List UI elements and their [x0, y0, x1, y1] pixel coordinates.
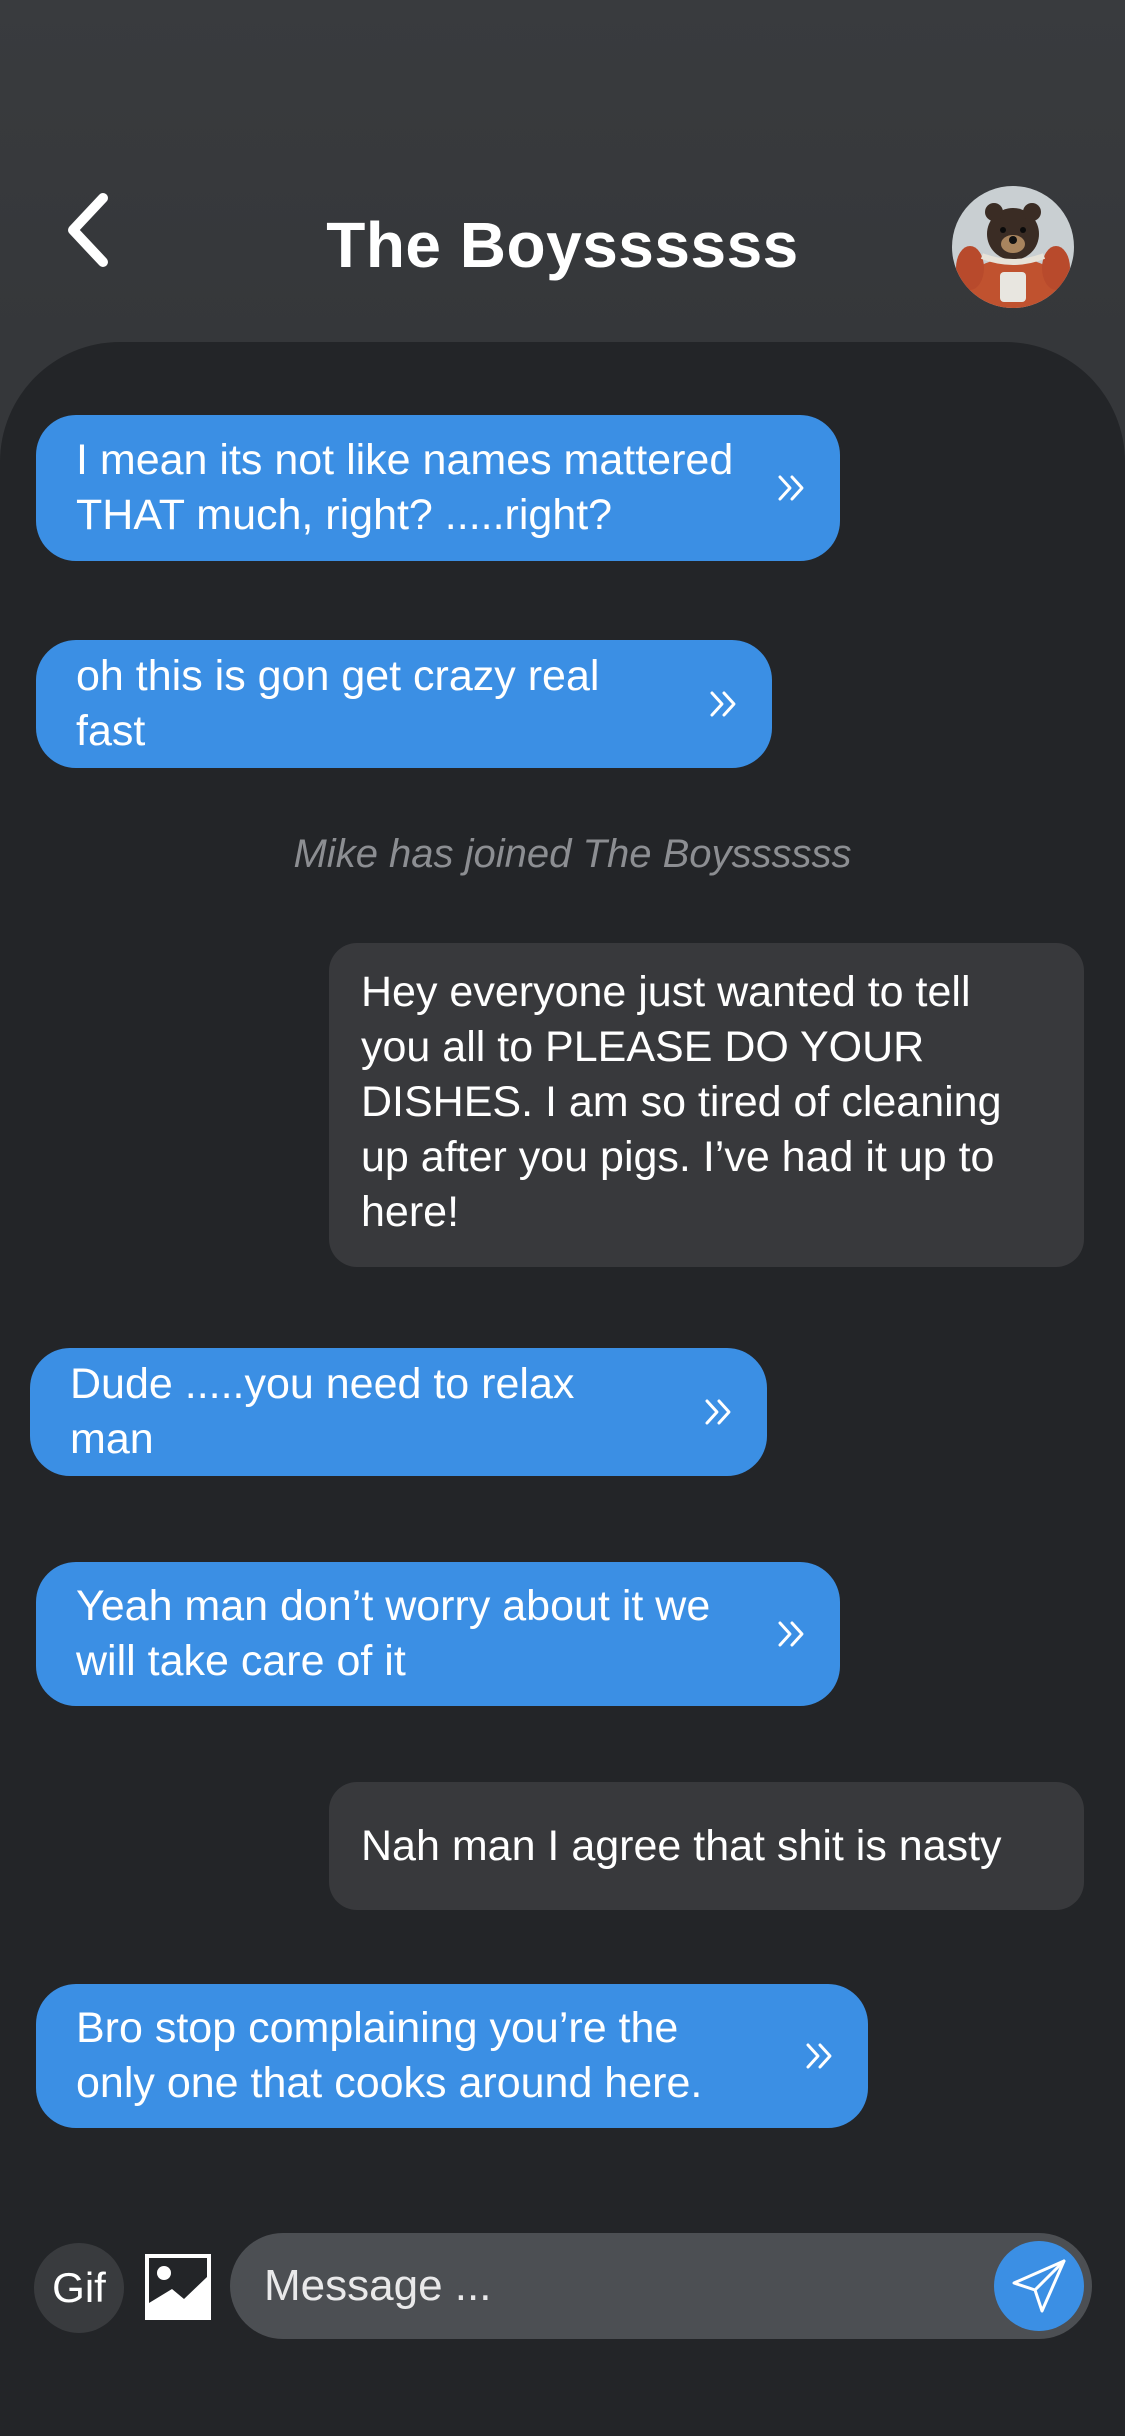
- group-avatar[interactable]: [952, 186, 1074, 308]
- outgoing-message[interactable]: Nah man I agree that shit is nasty: [329, 1782, 1084, 1910]
- double-chevron-right-icon: [778, 475, 804, 501]
- outgoing-message[interactable]: Hey everyone just wanted to tell you all…: [329, 943, 1084, 1267]
- message-text: Nah man I agree that shit is nasty: [361, 1821, 1002, 1870]
- message-text: I mean its not like names mattered THAT …: [76, 436, 734, 539]
- forward-button[interactable]: [772, 1614, 812, 1654]
- image-icon: [145, 2254, 211, 2320]
- system-message: Mike has joined The Boyssssss: [293, 832, 852, 876]
- message-text: oh this is gon get crazy real fast: [76, 652, 600, 755]
- chat-screen: The Boyssssss I mean its not like names …: [0, 0, 1125, 2436]
- send-button[interactable]: [994, 2241, 1084, 2331]
- gif-button[interactable]: Gif: [34, 2243, 124, 2333]
- double-chevron-right-icon: [710, 691, 736, 717]
- incoming-message[interactable]: oh this is gon get crazy real fast: [36, 640, 772, 768]
- forward-button[interactable]: [704, 684, 744, 724]
- send-icon: [1012, 2259, 1066, 2313]
- forward-button[interactable]: [699, 1392, 739, 1432]
- message-text: Yeah man don’t worry about it we will ta…: [76, 1582, 711, 1685]
- message-text: Bro stop complaining you’re the only one…: [76, 2004, 703, 2107]
- message-text: Hey everyone just wanted to tell you all…: [361, 968, 1002, 1236]
- message-input[interactable]: [262, 2260, 886, 2312]
- incoming-message[interactable]: Bro stop complaining you’re the only one…: [36, 1984, 868, 2128]
- astronaut-bear-avatar-image: [952, 186, 1074, 308]
- incoming-message[interactable]: I mean its not like names mattered THAT …: [36, 415, 840, 561]
- image-button[interactable]: [144, 2253, 212, 2321]
- message-text: Dude .....you need to relax man: [70, 1360, 575, 1463]
- incoming-message[interactable]: Dude .....you need to relax man: [30, 1348, 767, 1476]
- double-chevron-right-icon: [705, 1399, 731, 1425]
- forward-button[interactable]: [772, 468, 812, 508]
- message-composer: [230, 2233, 1092, 2339]
- incoming-message[interactable]: Yeah man don’t worry about it we will ta…: [36, 1562, 840, 1706]
- double-chevron-right-icon: [778, 1621, 804, 1647]
- forward-button[interactable]: [800, 2036, 840, 2076]
- double-chevron-right-icon: [806, 2043, 832, 2069]
